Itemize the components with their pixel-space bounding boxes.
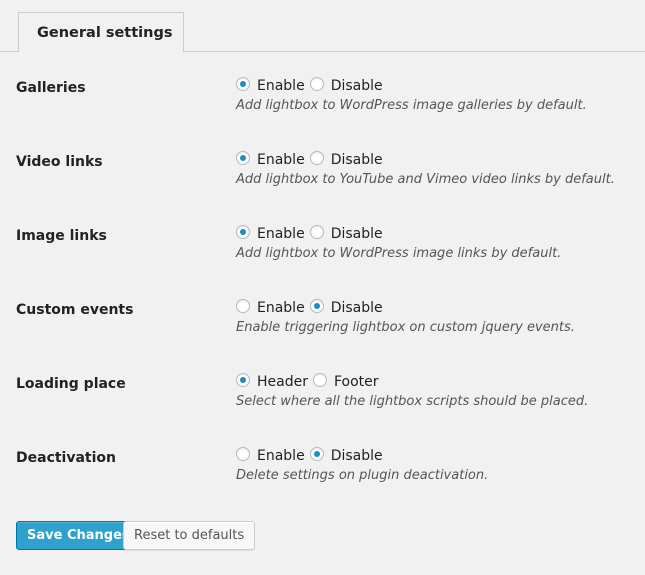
setting-description-image-links: Add lightbox to WordPress image links by… xyxy=(236,246,562,261)
setting-label-galleries: Galleries xyxy=(16,80,86,96)
image-links-enable-label[interactable]: Enable xyxy=(257,226,305,242)
setting-description-custom-events: Enable triggering lightbox on custom jqu… xyxy=(236,320,575,335)
setting-description-galleries: Add lightbox to WordPress image gallerie… xyxy=(236,98,587,113)
loading-place-header-option[interactable]: Header xyxy=(236,370,313,392)
loading-place-header-radio[interactable] xyxy=(236,372,250,387)
setting-label-custom-events: Custom events xyxy=(16,302,134,318)
setting-row-deactivation: Deactivation Enable Disable Delete settin… xyxy=(0,446,645,508)
galleries-disable-radio[interactable] xyxy=(309,76,324,91)
setting-description-deactivation: Delete settings on plugin deactivation. xyxy=(236,468,489,483)
loading-place-header-label[interactable]: Header xyxy=(257,374,308,390)
deactivation-disable-label[interactable]: Disable xyxy=(331,448,383,464)
settings-tabs: General settings xyxy=(0,0,645,53)
image-links-enable-option[interactable]: Enable xyxy=(236,222,310,244)
video-links-disable-option[interactable]: Disable xyxy=(309,148,388,170)
custom-events-disable-label[interactable]: Disable xyxy=(331,300,383,316)
deactivation-disable-radio[interactable] xyxy=(309,446,324,461)
setting-row-loading-place: Loading place Header Footer Select where … xyxy=(0,372,645,434)
setting-row-custom-events: Custom events Enable Disable Enable trigg… xyxy=(0,298,645,360)
video-links-radio-group: Enable Disable xyxy=(236,148,388,170)
image-links-radio-group: Enable Disable xyxy=(236,222,388,244)
tab-general-settings-label: General settings xyxy=(37,25,173,41)
image-links-disable-label[interactable]: Disable xyxy=(331,226,383,242)
custom-events-disable-radio[interactable] xyxy=(309,298,324,313)
video-links-enable-radio[interactable] xyxy=(236,150,250,165)
setting-row-video-links: Video links Enable Disable Add lightbox t… xyxy=(0,150,645,212)
video-links-enable-label[interactable]: Enable xyxy=(257,152,305,168)
galleries-disable-label[interactable]: Disable xyxy=(331,78,383,94)
video-links-disable-radio[interactable] xyxy=(309,150,324,165)
custom-events-enable-option[interactable]: Enable xyxy=(236,296,310,318)
loading-place-footer-radio[interactable] xyxy=(312,372,327,387)
custom-events-enable-radio[interactable] xyxy=(236,298,250,313)
image-links-disable-radio[interactable] xyxy=(309,224,324,239)
deactivation-enable-option[interactable]: Enable xyxy=(236,444,310,466)
setting-label-deactivation: Deactivation xyxy=(16,450,117,466)
image-links-enable-radio[interactable] xyxy=(236,224,250,239)
loading-place-footer-option[interactable]: Footer xyxy=(312,370,384,392)
loading-place-footer-label[interactable]: Footer xyxy=(334,374,379,390)
galleries-radio-group: Enable Disable xyxy=(236,74,388,96)
galleries-enable-label[interactable]: Enable xyxy=(257,78,305,94)
custom-events-disable-option[interactable]: Disable xyxy=(309,296,388,318)
setting-label-loading-place: Loading place xyxy=(16,376,126,392)
setting-label-image-links: Image links xyxy=(16,228,107,244)
setting-description-loading-place: Select where all the lightbox scripts sh… xyxy=(236,394,589,409)
deactivation-radio-group: Enable Disable xyxy=(236,444,388,466)
custom-events-enable-label[interactable]: Enable xyxy=(257,300,305,316)
custom-events-radio-group: Enable Disable xyxy=(236,296,388,318)
setting-row-galleries: Galleries Enable Disable Add lightbox to … xyxy=(0,76,645,138)
galleries-enable-radio[interactable] xyxy=(236,76,250,91)
galleries-disable-option[interactable]: Disable xyxy=(309,74,388,96)
reset-to-defaults-button[interactable]: Reset to defaults xyxy=(123,521,256,550)
galleries-enable-option[interactable]: Enable xyxy=(236,74,310,96)
deactivation-disable-option[interactable]: Disable xyxy=(309,444,388,466)
deactivation-enable-radio[interactable] xyxy=(236,446,250,461)
save-changes-button[interactable]: Save Changes xyxy=(16,521,141,550)
video-links-enable-option[interactable]: Enable xyxy=(236,148,310,170)
setting-description-video-links: Add lightbox to YouTube and Vimeo video … xyxy=(236,172,615,187)
setting-label-video-links: Video links xyxy=(16,154,103,170)
image-links-disable-option[interactable]: Disable xyxy=(309,222,388,244)
setting-row-image-links: Image links Enable Disable Add lightbox t… xyxy=(0,224,645,286)
deactivation-enable-label[interactable]: Enable xyxy=(257,448,305,464)
video-links-disable-label[interactable]: Disable xyxy=(331,152,383,168)
loading-place-radio-group: Header Footer xyxy=(236,370,384,392)
tab-general-settings[interactable]: General settings xyxy=(18,12,185,53)
